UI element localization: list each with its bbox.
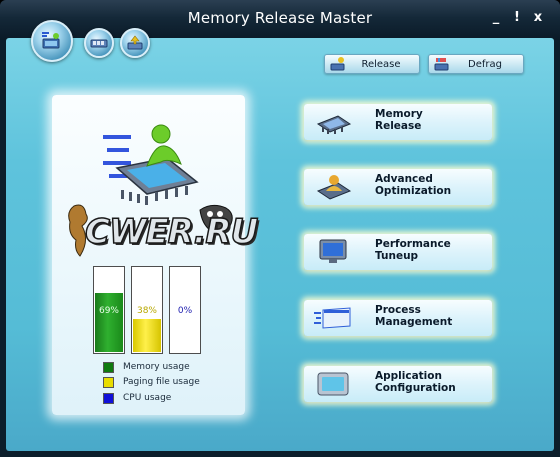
advanced-optimization-button[interactable]: Advanced Optimization xyxy=(304,169,492,205)
nav-home-button[interactable] xyxy=(31,20,73,62)
app-window: Memory Release Master _ ! x Release Defr… xyxy=(0,0,560,457)
watermark-text: CWER.RU xyxy=(84,211,259,253)
memory-chip-icon xyxy=(316,115,352,134)
legend-cpu: CPU usage xyxy=(103,392,171,404)
memory-module-icon xyxy=(90,39,108,48)
process-management-label: Process Management xyxy=(375,304,453,328)
nav-memory-button[interactable] xyxy=(84,28,114,58)
help-button[interactable]: ! xyxy=(510,10,524,26)
user-chip-icon xyxy=(316,175,352,200)
paging-file-fill xyxy=(133,319,161,352)
performance-tuneup-button[interactable]: Performance Tuneup xyxy=(304,234,492,270)
legend-swatch-cpu xyxy=(103,392,114,404)
monitor-icon xyxy=(319,239,347,263)
optimize-icon xyxy=(127,35,143,50)
legend-label-cpu: CPU usage xyxy=(123,393,172,403)
process-management-button[interactable]: Process Management xyxy=(304,300,492,336)
window-title: Memory Release Master xyxy=(187,9,373,27)
memory-release-button[interactable]: Memory Release xyxy=(304,104,492,140)
memory-usage-fill xyxy=(95,292,123,352)
cpu-usage-value: 0% xyxy=(177,306,193,316)
advanced-optimization-label: Advanced Optimization xyxy=(375,173,452,197)
paging-file-gauge: 38% xyxy=(131,266,163,354)
paging-file-value: 38% xyxy=(136,306,157,316)
legend-swatch-paging xyxy=(103,376,114,388)
config-screen-icon xyxy=(317,372,349,396)
memory-usage-value: 69% xyxy=(98,306,119,316)
chip-computer-icon xyxy=(42,32,60,49)
legend-label-paging: Paging file usage xyxy=(123,377,200,387)
defrag-icon xyxy=(434,58,449,71)
legend-paging: Paging file usage xyxy=(103,376,200,388)
legend-memory: Memory usage xyxy=(103,361,190,373)
legend-label-memory: Memory usage xyxy=(123,362,190,372)
application-configuration-button[interactable]: Application Configuration xyxy=(304,366,492,402)
memory-release-label: Memory Release xyxy=(375,108,423,132)
title-bar[interactable]: Memory Release Master _ ! x xyxy=(0,0,560,40)
close-button[interactable]: x xyxy=(531,10,545,26)
defrag-button[interactable]: Defrag xyxy=(428,54,524,74)
performance-tuneup-label: Performance Tuneup xyxy=(375,238,451,262)
legend-swatch-memory xyxy=(103,361,114,373)
process-window-icon xyxy=(314,307,351,329)
application-configuration-label: Application Configuration xyxy=(375,370,456,394)
release-button[interactable]: Release xyxy=(324,54,420,74)
minimize-button[interactable]: _ xyxy=(489,10,503,26)
release-icon xyxy=(330,57,345,71)
defrag-label: Defrag xyxy=(468,58,502,70)
cpu-usage-gauge: 0% xyxy=(169,266,201,354)
memory-usage-gauge: 69% xyxy=(93,266,125,354)
release-label: Release xyxy=(361,58,401,70)
nav-optimize-button[interactable] xyxy=(120,28,150,58)
